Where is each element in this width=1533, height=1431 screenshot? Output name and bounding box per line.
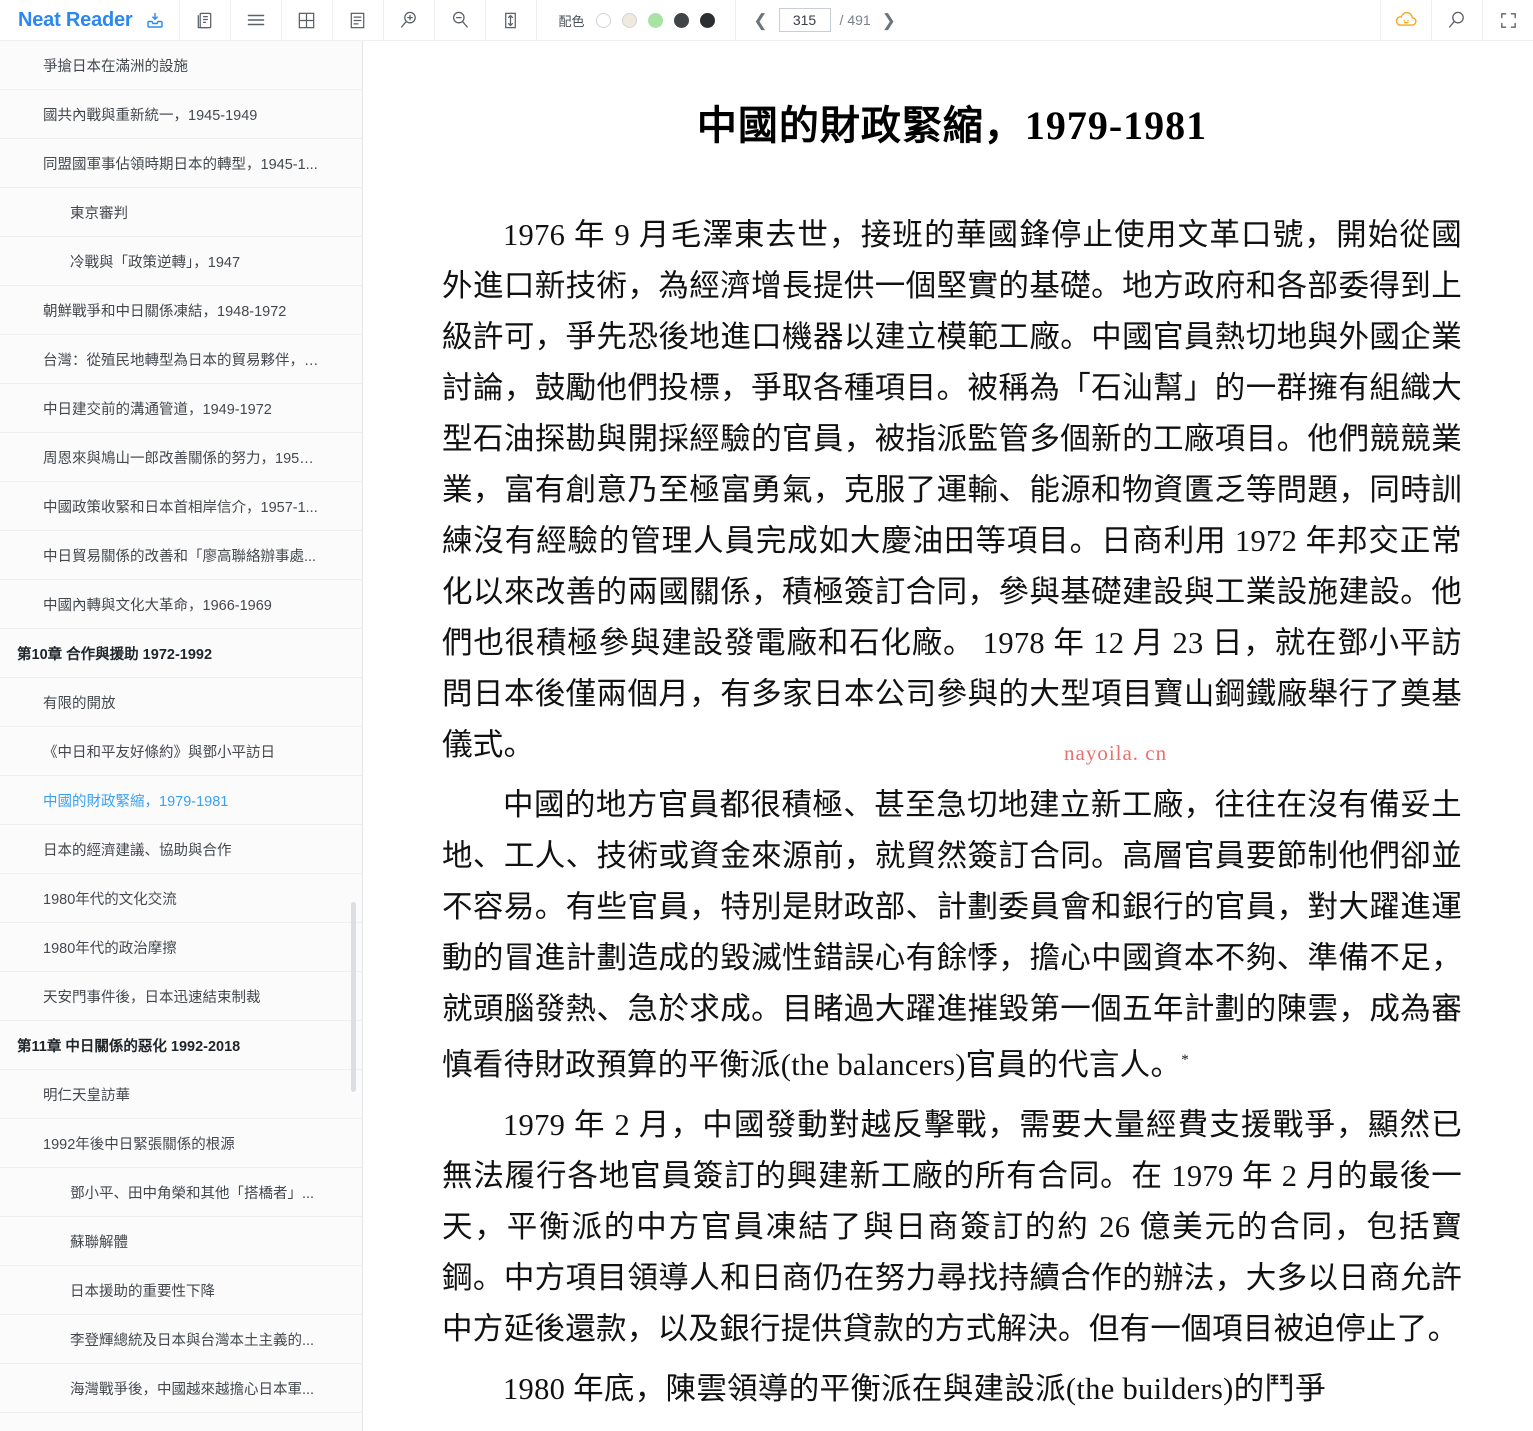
- chevron-right-icon[interactable]: ❯: [880, 12, 898, 29]
- toc-item[interactable]: 第11章 中日關係的惡化 1992-2018: [0, 1021, 362, 1070]
- fit-height-icon[interactable]: [484, 0, 536, 40]
- total-pages-label: / 491: [839, 12, 871, 28]
- theme-color-group: 配色: [535, 0, 735, 40]
- notes-panel-icon[interactable]: [331, 0, 383, 40]
- toc-item-label: 同盟國軍事佔領時期日本的轉型，1945-1...: [43, 156, 318, 173]
- toc-item[interactable]: 中國內轉與文化大革命，1966-1969: [0, 580, 362, 629]
- toc-item[interactable]: 有限的開放: [0, 678, 362, 727]
- search-icon[interactable]: [1431, 0, 1482, 40]
- toc-item-label: 中國的財政緊縮，1979-1981: [43, 793, 229, 810]
- toc-item-label: 台灣：從殖民地轉型為日本的貿易夥伴，1...: [43, 352, 321, 369]
- cloud-sync-icon[interactable]: [1380, 0, 1431, 40]
- toc-item-label: 有限的開放: [43, 695, 116, 712]
- theme-swatch-white[interactable]: [595, 12, 611, 28]
- document-page: 中國的財政緊縮，1979-1981 1976 年 9 月毛澤東去世，接班的華國鋒…: [442, 41, 1462, 1415]
- toolbar-left-group: Neat Reader 配色 ❮ 315 / 491 ❯: [0, 0, 914, 40]
- toc-item-label: 朝鮮戰爭和中日關係凍結，1948-1972: [43, 303, 287, 320]
- toc-item-label: 1992年後中日緊張關係的根源: [43, 1136, 235, 1153]
- bookshelf-copy-icon[interactable]: [178, 0, 230, 40]
- toc-item-label: 《中日和平友好條約》與鄧小平訪日: [43, 744, 275, 761]
- list-view-icon[interactable]: [229, 0, 281, 40]
- toc-item[interactable]: 國共內戰與重新統一，1945-1949: [0, 90, 362, 139]
- footnote-marker[interactable]: *: [1181, 1052, 1189, 1068]
- toc-item[interactable]: 中國政策收緊和日本首相岸信介，1957-1...: [0, 482, 362, 531]
- toc-item-label: 海灣戰爭後，中國越來越擔心日本軍...: [70, 1381, 315, 1398]
- toc-item-label: 中國內轉與文化大革命，1966-1969: [43, 597, 272, 614]
- fullscreen-icon[interactable]: [1482, 0, 1533, 40]
- toc-item[interactable]: 1992年後中日緊張關係的根源: [0, 1119, 362, 1168]
- toc-item[interactable]: 日本的經濟建議、協助與合作: [0, 825, 362, 874]
- sidebar-scrollbar[interactable]: [351, 902, 356, 1092]
- toc-item[interactable]: 1980年代的政治摩擦: [0, 923, 362, 972]
- toc-item-label: 周恩來與鳩山一郎改善關係的努力，1953-...: [43, 450, 321, 467]
- toc-item[interactable]: 東京審判: [0, 188, 362, 237]
- toc-item-label: 中國政策收緊和日本首相岸信介，1957-1...: [43, 499, 318, 516]
- theme-swatch-black[interactable]: [699, 12, 715, 28]
- toc-item-label: 蘇聯解體: [70, 1234, 128, 1251]
- toc-item[interactable]: 台灣：從殖民地轉型為日本的貿易夥伴，1...: [0, 335, 362, 384]
- toc-item-label: 1980年代的文化交流: [43, 891, 177, 908]
- toc-item-label: 鄧小平、田中角榮和其他「搭橋者」...: [70, 1185, 315, 1202]
- toc-item-label: 日本援助的重要性下降: [70, 1283, 215, 1300]
- app-title: Neat Reader: [18, 8, 133, 31]
- zoom-out-icon[interactable]: [433, 0, 485, 40]
- toc-item-label: 1980年代的政治摩擦: [43, 940, 177, 957]
- toc-item[interactable]: 鄧小平、田中角榮和其他「搭橋者」...: [0, 1168, 362, 1217]
- toc-item[interactable]: 李登輝總統及日本與台灣本土主義的...: [0, 1315, 362, 1364]
- paragraph: 1980 年底，陳雲領導的平衡派在與建設派(the builders)的鬥爭: [503, 1372, 1326, 1407]
- toc-item[interactable]: 海灣戰爭後，中國越來越擔心日本軍...: [0, 1364, 362, 1413]
- paragraph-text: 中國的地方官員都很積極、甚至急切地建立新工廠，往往在沒有備妥土地、工人、技術或資…: [442, 788, 1462, 1083]
- toc-item-label: 李登輝總統及日本與台灣本土主義的...: [70, 1332, 315, 1349]
- theme-swatch-gray[interactable]: [673, 12, 689, 28]
- toc-item[interactable]: 同盟國軍事佔領時期日本的轉型，1945-1...: [0, 139, 362, 188]
- toc-item[interactable]: 周恩來與鳩山一郎改善關係的努力，1953-...: [0, 433, 362, 482]
- toc-item-label: 中日建交前的溝通管道，1949-1972: [43, 401, 272, 418]
- toc-item-active[interactable]: 中國的財政緊縮，1979-1981: [0, 776, 362, 825]
- page-title: 中國的財政緊縮，1979-1981: [696, 103, 1208, 148]
- toc-item[interactable]: 《中日和平友好條約》與鄧小平訪日: [0, 727, 362, 776]
- zoom-in-icon[interactable]: [382, 0, 434, 40]
- toc-item[interactable]: 天安門事件後，日本迅速結束制裁: [0, 972, 362, 1021]
- toc-item[interactable]: 1980年代的文化交流: [0, 874, 362, 923]
- theme-label: 配色: [558, 13, 585, 29]
- grid-view-icon[interactable]: [280, 0, 332, 40]
- toc-item[interactable]: 中日貿易關係的改善和「廖高聯絡辦事處...: [0, 531, 362, 580]
- toc-item[interactable]: 爭搶日本在滿洲的設施: [0, 41, 362, 90]
- toc-item[interactable]: 第10章 合作與援助 1972-1992: [0, 629, 362, 678]
- toc-item-label: 日本的經濟建議、協助與合作: [43, 842, 232, 859]
- theme-swatch-green[interactable]: [647, 12, 663, 28]
- toc-item[interactable]: 明仁天皇訪華: [0, 1070, 362, 1119]
- toc-item-label: 天安門事件後，日本迅速結束制裁: [43, 989, 261, 1006]
- toolbar-right-group: [1380, 0, 1533, 40]
- toc-item-label: 爭搶日本在滿洲的設施: [43, 58, 188, 75]
- toc-item-label: 冷戰與「政策逆轉」，1947: [70, 254, 241, 271]
- toc-list: 爭搶日本在滿洲的設施國共內戰與重新統一，1945-1949 同盟國軍事佔領時期日本…: [0, 41, 362, 1413]
- toc-item[interactable]: 中日建交前的溝通管道，1949-1972: [0, 384, 362, 433]
- toc-item-label: 東京審判: [70, 205, 128, 222]
- toc-item[interactable]: 日本援助的重要性下降: [0, 1266, 362, 1315]
- toc-item-label: 明仁天皇訪華: [43, 1087, 130, 1104]
- theme-swatch-sepia[interactable]: [621, 12, 637, 28]
- toc-item-label: 第10章 合作與援助 1972-1992: [17, 646, 213, 663]
- reader-pane: 中國的財政緊縮，1979-1981 1976 年 9 月毛澤東去世，接班的華國鋒…: [364, 41, 1533, 1431]
- toc-item[interactable]: 朝鮮戰爭和中日關係凍結，1948-1972: [0, 286, 362, 335]
- toc-item-label: 第11章 中日關係的惡化 1992-2018: [17, 1038, 241, 1055]
- paragraph: 1976 年 9 月毛澤東去世，接班的華國鋒停止使用文革口號，開始從國外進口新技…: [442, 218, 1462, 762]
- top-toolbar: Neat Reader 配色 ❮ 315 / 491 ❯: [0, 0, 1533, 41]
- page-navigator: ❮ 315 / 491 ❯: [734, 0, 914, 40]
- chevron-left-icon[interactable]: ❮: [752, 12, 770, 29]
- toc-item-label: 中日貿易關係的改善和「廖高聯絡辦事處...: [43, 548, 317, 565]
- download-inbox-icon[interactable]: [145, 10, 165, 30]
- current-page-input[interactable]: 315: [778, 8, 831, 32]
- toc-item-label: 國共內戰與重新統一，1945-1949: [43, 107, 258, 124]
- toc-sidebar[interactable]: 爭搶日本在滿洲的設施國共內戰與重新統一，1945-1949 同盟國軍事佔領時期日本…: [0, 41, 363, 1431]
- paragraph: 中國的地方官員都很積極、甚至急切地建立新工廠，往往在沒有備妥土地、工人、技術或資…: [442, 780, 1462, 1091]
- toc-item[interactable]: 冷戰與「政策逆轉」，1947: [0, 237, 362, 286]
- app-brand[interactable]: Neat Reader: [0, 0, 179, 40]
- paragraph: 1979 年 2 月，中國發動對越反擊戰，需要大量經費支援戰爭，顯然已無法履行各…: [442, 1108, 1462, 1347]
- toc-item[interactable]: 蘇聯解體: [0, 1217, 362, 1266]
